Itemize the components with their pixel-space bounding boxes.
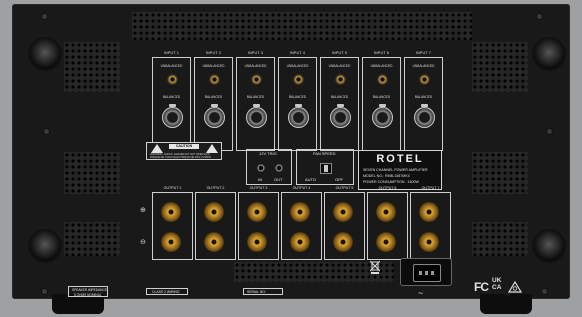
trigger-in-jack[interactable]	[257, 164, 265, 172]
ac-power-icon: ~	[418, 288, 424, 298]
positive-binding-post[interactable]	[204, 202, 224, 222]
output-label: OUTPUT 2	[206, 186, 225, 190]
fan-auto-label: AUTO	[305, 177, 317, 182]
fan-speed-switch[interactable]	[320, 163, 332, 174]
class2-text: CLASS 2 WIRING	[152, 290, 180, 294]
serial-number-label: SERIAL NO.	[243, 288, 283, 295]
corner-knob-bottom-left	[30, 231, 60, 261]
positive-binding-post[interactable]	[161, 202, 181, 222]
screw	[42, 289, 47, 294]
positive-binding-post[interactable]	[376, 202, 396, 222]
minus-icon: ⊖	[140, 239, 146, 246]
output-module-3: OUTPUT 3	[238, 186, 279, 260]
output-module-1: OUTPUT 1	[152, 186, 193, 260]
output-module-6: OUTPUT 6	[367, 186, 408, 260]
brand-line-2: MODEL NO.: RMB-1587MKII	[363, 174, 410, 178]
negative-binding-post[interactable]	[376, 232, 396, 252]
right-foot	[480, 294, 532, 314]
output-label: OUTPUT 1	[163, 186, 182, 190]
output-label: OUTPUT 4	[292, 186, 311, 190]
serial-text: SERIAL NO.	[247, 290, 266, 294]
output-label: OUTPUT 5	[335, 186, 354, 190]
vent-left-top	[64, 42, 120, 92]
screw	[542, 289, 547, 294]
speaker-impedance-label: SPEAKER IMPEDANCE 8 OHMS NOMINAL	[68, 286, 108, 297]
negative-binding-post[interactable]	[419, 232, 439, 252]
vent-top-center	[132, 12, 472, 40]
vent-right-mid	[472, 152, 528, 194]
class2-wiring-label: CLASS 2 WIRING	[146, 288, 188, 295]
negative-binding-post[interactable]	[333, 232, 353, 252]
trigger-out-jack[interactable]	[275, 164, 283, 172]
amplifier-rear-panel: INPUT 1 UNBALANCED BALANCED INPUT 2 UNBA…	[12, 4, 570, 314]
triangle-cert-icon	[507, 280, 523, 298]
trigger-in-label: IN	[258, 177, 262, 182]
negative-binding-post[interactable]	[204, 232, 224, 252]
brand-line-1: SEVEN CHANNEL POWER AMPLIFIER	[363, 168, 428, 172]
corner-knob-top-left	[30, 39, 60, 69]
vent-left-bottom	[64, 222, 120, 256]
left-foot	[52, 294, 104, 314]
vent-right-top	[472, 42, 528, 92]
ukca-bottom: CA	[492, 283, 502, 291]
ac-power-inlet[interactable]	[400, 258, 452, 286]
recycle-bin-icon	[369, 260, 381, 274]
brand-line-3: POWER CONSUMPTION : 1400W	[363, 180, 419, 184]
output-label: OUTPUT 3	[249, 186, 268, 190]
brand-label: ROTEL SEVEN CHANNEL POWER AMPLIFIER MODE…	[358, 150, 442, 190]
screw	[547, 129, 552, 134]
output-label: OUTPUT 7	[421, 186, 440, 190]
impedance-line-1: SPEAKER IMPEDANCE	[72, 288, 107, 292]
positive-binding-post[interactable]	[333, 202, 353, 222]
connector-area-outline	[140, 46, 450, 156]
output-module-4: OUTPUT 4	[281, 186, 322, 260]
positive-binding-post[interactable]	[419, 202, 439, 222]
output-module-5: OUTPUT 5	[324, 186, 365, 260]
corner-knob-bottom-right	[534, 231, 564, 261]
positive-binding-post[interactable]	[247, 202, 267, 222]
plus-icon: ⊕	[140, 207, 146, 214]
screw	[44, 129, 49, 134]
negative-binding-post[interactable]	[290, 232, 310, 252]
vent-right-bottom	[472, 222, 528, 256]
vent-left-mid	[64, 152, 120, 194]
screw	[42, 14, 47, 19]
screw	[537, 14, 542, 19]
corner-knob-top-right	[534, 39, 564, 69]
fan-off-label: OFF	[335, 177, 343, 182]
output-label: OUTPUT 6	[378, 186, 397, 190]
ukca-mark: UK CA	[492, 277, 506, 291]
positive-binding-post[interactable]	[290, 202, 310, 222]
negative-binding-post[interactable]	[161, 232, 181, 252]
output-module-2: OUTPUT 2	[195, 186, 236, 260]
impedance-line-2: 8 OHMS NOMINAL	[74, 292, 102, 297]
trigger-out-label: OUT	[274, 177, 283, 182]
negative-binding-post[interactable]	[247, 232, 267, 252]
output-module-7: OUTPUT 7	[410, 186, 451, 260]
fcc-mark: FC	[474, 280, 489, 294]
